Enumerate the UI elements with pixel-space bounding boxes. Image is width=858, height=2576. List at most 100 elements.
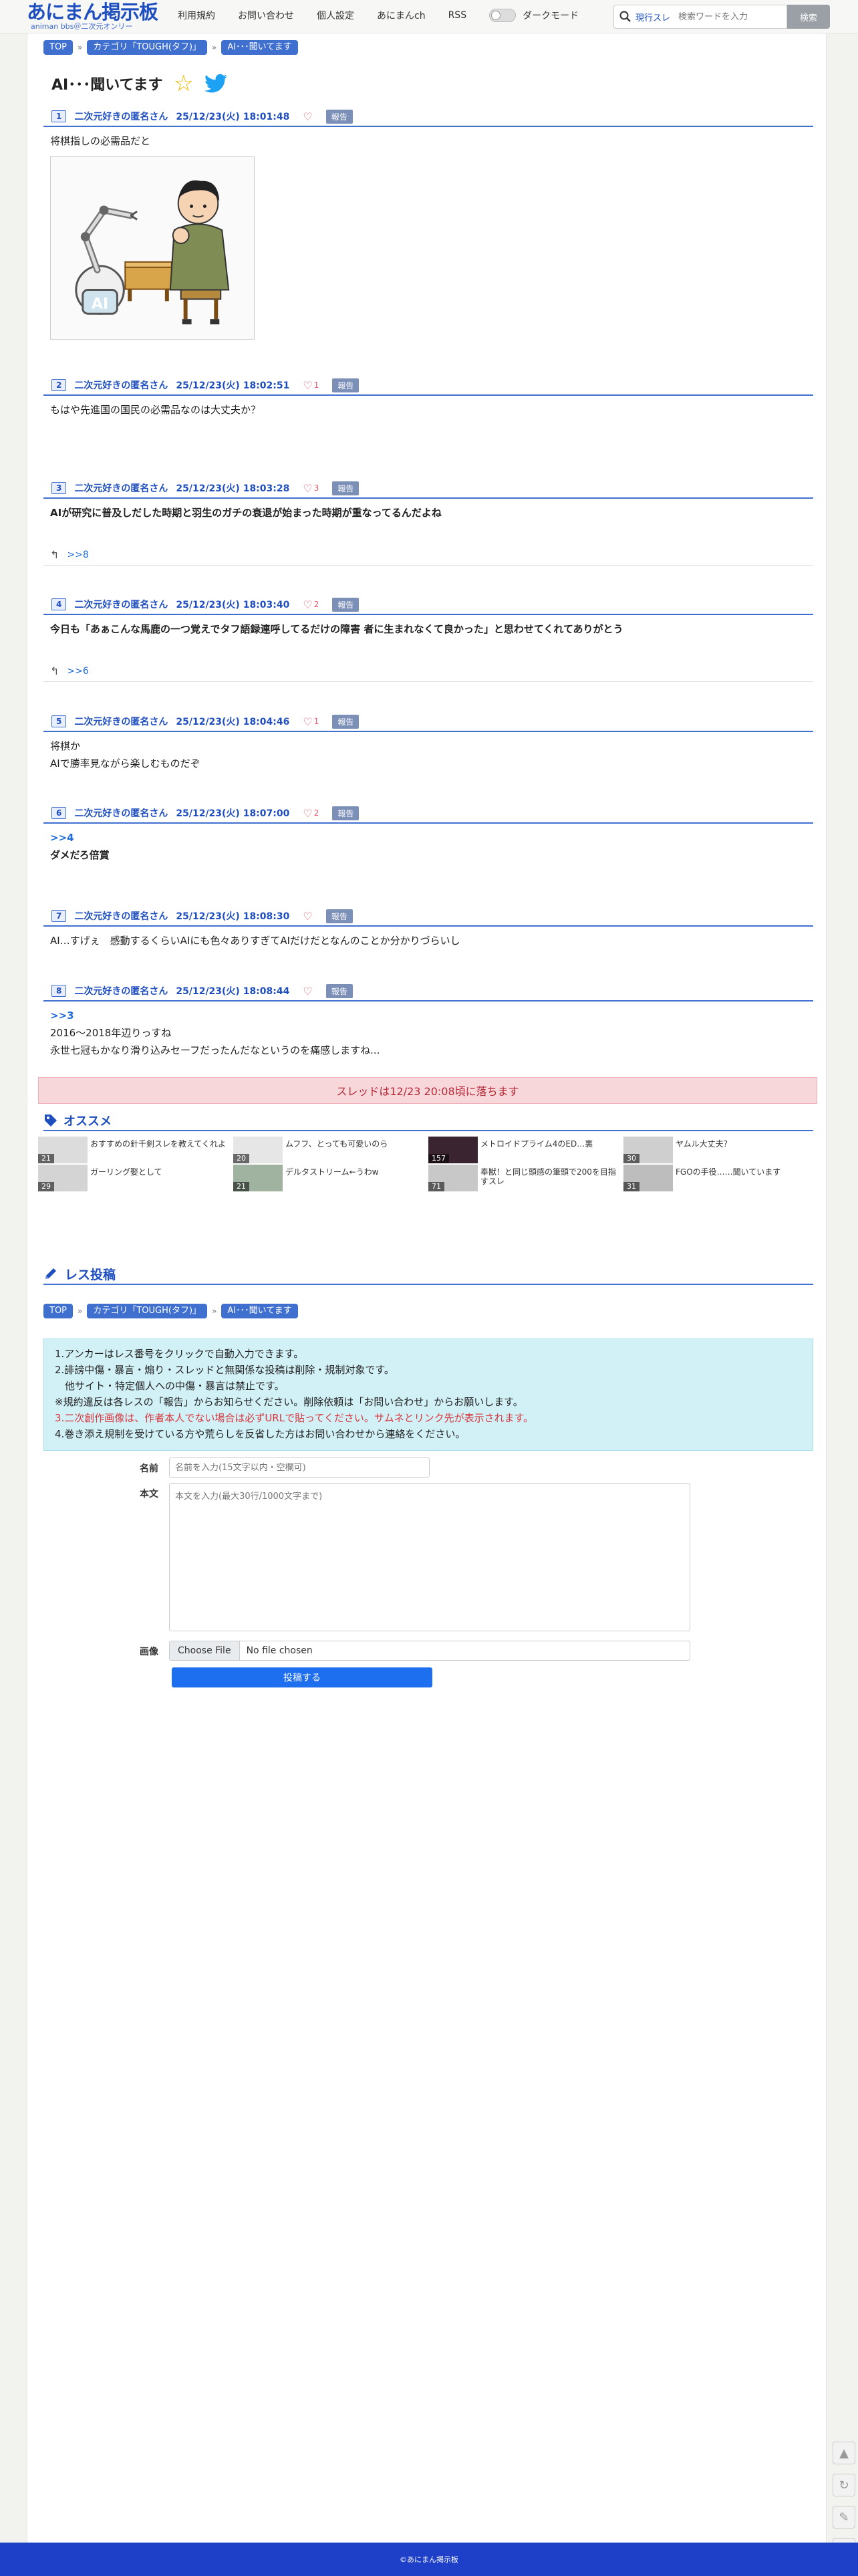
thread-link-title[interactable]: メトロイドプライム4のED…裏	[480, 1139, 621, 1149]
submit-post-button[interactable]: 投稿する	[172, 1667, 432, 1687]
heart-icon[interactable]: ♡	[303, 379, 312, 392]
copyright-text: ©あにまん掲示板	[400, 2555, 458, 2564]
post-number[interactable]: 1	[51, 110, 67, 122]
breadcrumb-thread[interactable]: AI･･･聞いてます	[221, 1304, 298, 1318]
body-textarea[interactable]	[169, 1483, 690, 1631]
thread-link-title[interactable]: ムフフ、とっても可愛いのら	[285, 1139, 426, 1149]
report-button[interactable]: 報告	[332, 806, 360, 820]
heart-icon[interactable]: ♡	[303, 598, 312, 611]
reload-icon[interactable]: ↻	[833, 2474, 855, 2496]
thread-link-title[interactable]: デルタストリーム←うわw	[285, 1167, 426, 1177]
recommend-item[interactable]: 30 ヤムル大丈夫？	[623, 1137, 815, 1163]
heart-icon[interactable]: ♡	[303, 715, 312, 728]
rule-line: 2.誹謗中傷・暴言・煽り・スレッドと無関係な投稿は削除・規制対象です。	[55, 1364, 394, 1376]
recommend-item[interactable]: 20 ムフフ、とっても可愛いのら	[233, 1137, 424, 1163]
heart-icon[interactable]: ♡	[303, 110, 312, 123]
site-logo[interactable]: あにまん掲示板 animan bbs＠二次元オンリー	[27, 1, 167, 32]
recommend-item[interactable]: 71 奉獣！と同じ頭感の筆頭で200を目指すスレ	[428, 1165, 619, 1191]
like-count: 2	[313, 808, 319, 818]
breadcrumb: TOP » カテゴリ「TOUGH(タフ)」 » AI･･･聞いてます	[43, 40, 298, 55]
thread-link-title[interactable]: おすすめの針千剣スレを教えてくれよ	[90, 1139, 231, 1149]
dark-mode-switch[interactable]	[489, 9, 517, 22]
nav-rss[interactable]: RSS	[448, 10, 467, 21]
report-button[interactable]: 報告	[332, 378, 360, 392]
star-icon[interactable]: ☆	[173, 72, 193, 95]
post-date: 25/12/23(火) 18:08:30	[176, 911, 290, 922]
heart-icon[interactable]: ♡	[303, 807, 312, 820]
post-form-title: レス投稿	[65, 1267, 116, 1282]
reply-anchor-link[interactable]: >>6	[67, 666, 88, 677]
thread-link-title[interactable]: ガーリング娶として	[90, 1167, 231, 1177]
name-input[interactable]	[169, 1457, 430, 1478]
file-status: No file chosen	[246, 1645, 313, 1656]
recommend-item[interactable]: 157 メトロイドプライム4のED…裏	[428, 1137, 619, 1163]
breadcrumb-top[interactable]: TOP	[43, 40, 74, 55]
heart-icon[interactable]: ♡	[303, 482, 312, 495]
post-header: 4 二次元好きの匿名さん 25/12/23(火) 18:03:40 ♡ 2 報告	[43, 595, 813, 615]
recommend-item[interactable]: 29 ガーリング娶として	[38, 1165, 229, 1191]
post-number[interactable]: 8	[51, 985, 67, 997]
anchor-link[interactable]: >>4	[50, 829, 808, 846]
post-number[interactable]: 6	[51, 807, 67, 819]
dark-mode-toggle[interactable]: ダークモード	[489, 9, 579, 22]
thread-thumbnail: 71	[428, 1165, 478, 1191]
post-number[interactable]: 7	[51, 910, 67, 922]
post-body: AI…すげぇ 感動するくらいAIにも色々ありすぎてAIだけだとなんのことか分かり…	[43, 927, 813, 949]
post-text: AIが研究に普及しだした時期と羽生のガチの衰退が始まった時期が重なってるんだよね	[50, 507, 442, 519]
thread-closing-notice: スレッドは12/23 20:08頃に落ちます	[38, 1077, 817, 1104]
post-number[interactable]: 3	[51, 482, 67, 494]
image-file-input[interactable]: Choose File No file chosen	[169, 1641, 690, 1661]
breadcrumb-category[interactable]: カテゴリ「TOUGH(タフ)」	[87, 40, 208, 55]
report-button[interactable]: 報告	[325, 109, 353, 124]
edit-icon[interactable]: ✎	[833, 2506, 855, 2529]
report-button[interactable]: 報告	[325, 983, 353, 998]
recommend-item[interactable]: 31 FGOの手役……聞いています	[623, 1165, 815, 1191]
breadcrumb: TOP » カテゴリ「TOUGH(タフ)」 » AI･･･聞いてます	[43, 1304, 298, 1318]
nav-terms[interactable]: 利用規約	[178, 9, 215, 22]
thread-link-title[interactable]: 奉獣！と同じ頭感の筆頭で200を目指すスレ	[480, 1167, 621, 1186]
breadcrumb-thread[interactable]: AI･･･聞いてます	[221, 40, 298, 55]
post-body: 将棋指しの必需品だと	[43, 127, 813, 150]
nav-settings[interactable]: 個人設定	[317, 9, 354, 22]
post-text: AI…すげぇ 感動するくらいAIにも色々ありすぎてAIだけだとなんのことか分かり…	[50, 935, 460, 947]
report-button[interactable]: 報告	[325, 909, 353, 923]
site-footer: ©あにまん掲示板	[0, 2543, 858, 2576]
report-button[interactable]: 報告	[332, 714, 360, 729]
anchor-link[interactable]: >>3	[50, 1007, 808, 1024]
thread-thumbnail: 30	[623, 1137, 673, 1163]
choose-file-button[interactable]: Choose File	[170, 1641, 240, 1660]
post-8: 8 二次元好きの匿名さん 25/12/23(火) 18:08:44 ♡ 報告 >…	[43, 981, 813, 1059]
search-input[interactable]	[678, 11, 779, 22]
thread-link-title[interactable]: ヤムル大丈夫？	[676, 1139, 816, 1149]
report-button[interactable]: 報告	[332, 481, 360, 495]
recommend-item[interactable]: 21 デルタストリーム←うわw	[233, 1165, 424, 1191]
res-count: 30	[623, 1154, 639, 1163]
recommend-heading: オススメ	[43, 1111, 813, 1131]
reply-anchor-link[interactable]: >>8	[67, 550, 88, 560]
post-date: 25/12/23(火) 18:01:48	[176, 112, 290, 122]
search-scope-select[interactable]: 現行スレ	[635, 11, 670, 23]
heart-icon[interactable]: ♡	[303, 985, 312, 998]
res-count: 20	[233, 1154, 249, 1163]
logo-sub-text: animan bbs＠二次元オンリー	[31, 22, 133, 31]
post-number[interactable]: 4	[51, 598, 67, 610]
switch-knob	[491, 11, 501, 20]
report-button[interactable]: 報告	[332, 597, 360, 612]
recommend-item[interactable]: 21 おすすめの針千剣スレを教えてくれよ	[38, 1137, 229, 1163]
thread-thumbnail: 31	[623, 1165, 673, 1191]
post-date: 25/12/23(火) 18:07:00	[176, 808, 290, 819]
nav-animanch[interactable]: あにまんch	[377, 9, 426, 22]
scroll-top-icon[interactable]: ▲	[833, 2442, 855, 2464]
twitter-icon[interactable]	[204, 74, 227, 94]
post-image[interactable]: AI	[50, 156, 255, 340]
nav-contact[interactable]: お問い合わせ	[238, 9, 294, 22]
search-button[interactable]: 検索	[787, 5, 830, 29]
search-form: 現行スレ 検索	[613, 5, 830, 29]
breadcrumb-category[interactable]: カテゴリ「TOUGH(タフ)」	[87, 1304, 208, 1318]
breadcrumb-top[interactable]: TOP	[43, 1304, 74, 1318]
thread-link-title[interactable]: FGOの手役……聞いています	[676, 1167, 816, 1177]
post-date: 25/12/23(火) 18:03:40	[176, 600, 290, 610]
post-number[interactable]: 2	[51, 379, 67, 391]
heart-icon[interactable]: ♡	[303, 910, 312, 923]
post-number[interactable]: 5	[51, 715, 67, 727]
